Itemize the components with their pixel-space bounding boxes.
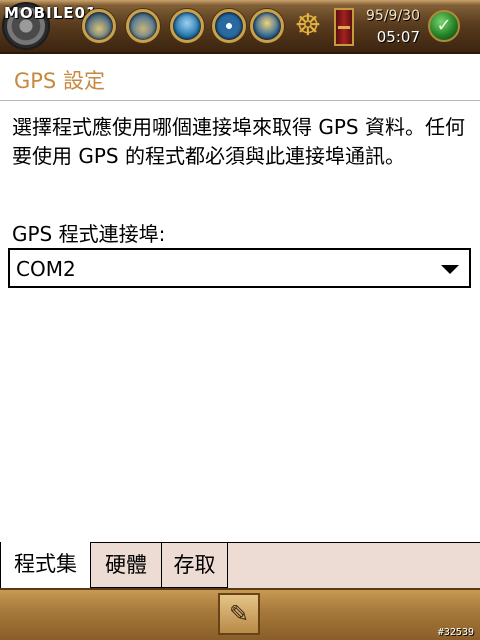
title-divider	[0, 100, 480, 101]
status-bar: MOBILE01 ☸ 95/9/30 05:07 ✓	[0, 0, 480, 54]
date-text: 95/9/30	[366, 8, 420, 24]
clock[interactable]: 95/9/30 05:07	[360, 4, 424, 48]
description-text: 選擇程式應使用哪個連接埠來取得 GPS 資料。任何要使用 GPS 的程式都必須與…	[12, 115, 465, 168]
ship-wheel-icon[interactable]: ☸	[292, 10, 324, 42]
time-text: 05:07	[376, 28, 420, 46]
port-label: GPS 程式連接埠:	[12, 222, 166, 246]
tab-access[interactable]: 存取	[161, 542, 228, 588]
page-title: GPS 設定	[14, 69, 105, 93]
tab-programs[interactable]: 程式集	[0, 542, 91, 589]
sea-icon[interactable]	[170, 9, 204, 43]
tab-hardware[interactable]: 硬體	[90, 542, 162, 588]
sailboat-icon[interactable]	[126, 9, 160, 43]
bell-icon[interactable]	[250, 9, 284, 43]
dropdown-arrow-icon[interactable]	[441, 265, 459, 274]
ship-icon[interactable]	[82, 9, 116, 43]
gps-port-dropdown[interactable]: COM2	[8, 248, 471, 288]
keyboard-pen-icon[interactable]: ✎	[218, 593, 260, 635]
compass-icon[interactable]	[212, 9, 246, 43]
port-selected-value: COM2	[16, 257, 76, 281]
ok-button[interactable]: ✓	[428, 10, 460, 42]
book-icon[interactable]	[334, 8, 354, 46]
bottom-bar: ✎ #32539	[0, 588, 480, 640]
tab-strip: 程式集 硬體 存取	[0, 542, 480, 589]
ok-icon: ✓	[436, 15, 452, 36]
watermark: #32539	[437, 627, 474, 638]
